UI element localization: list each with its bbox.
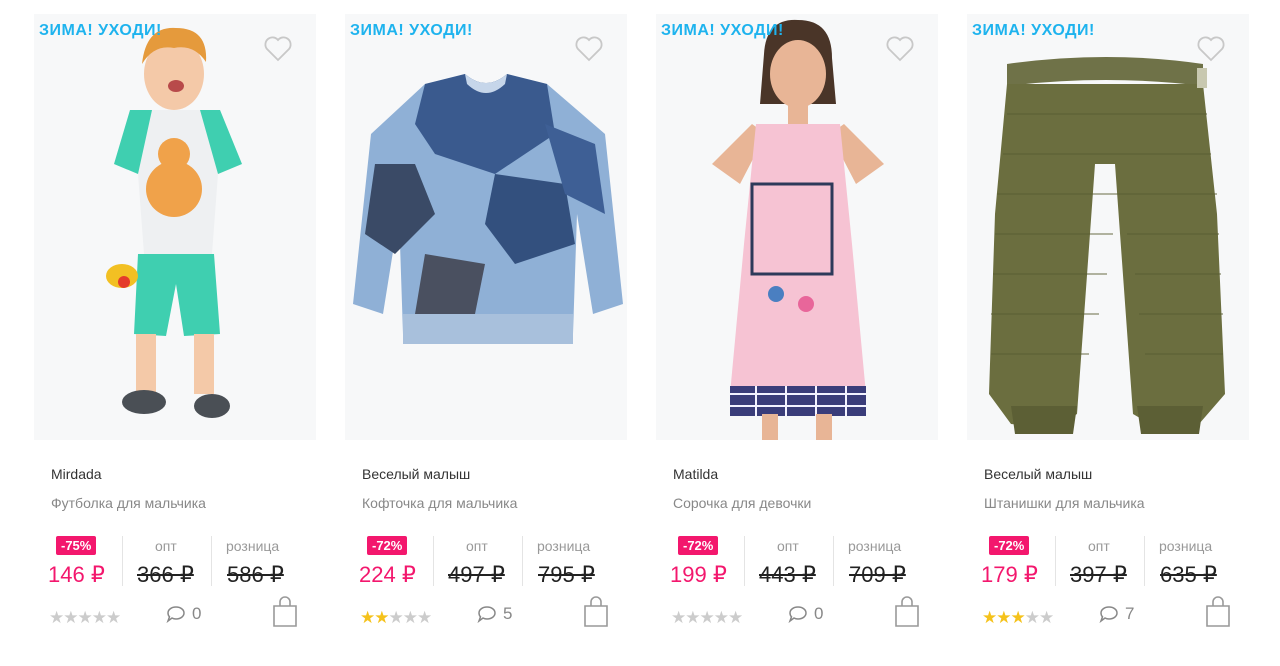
retail-label: розница: [1159, 538, 1213, 554]
retail-price: 586 ₽: [227, 562, 284, 587]
product-card[interactable]: ЗИМА! УХОДИ! Веселый малыш Штанишки для …: [967, 0, 1267, 666]
product-name[interactable]: Сорочка для девочки: [673, 495, 811, 511]
promo-badge: ЗИМА! УХОДИ!: [39, 22, 162, 39]
reviews-count: 7: [1125, 604, 1135, 623]
reviews-count: 5: [503, 604, 513, 623]
divider: [522, 536, 523, 586]
promo-badge: ЗИМА! УХОДИ!: [350, 22, 473, 39]
star-icon: ★: [996, 608, 1011, 627]
retail-label: розница: [226, 538, 280, 554]
product-card[interactable]: ЗИМА! УХОДИ! Веселый малыш Кофточка для …: [345, 0, 645, 666]
star-icon: ★: [402, 608, 418, 627]
star-icon: ★: [728, 608, 743, 627]
rating-stars: ★★★★★: [49, 608, 121, 628]
wholesale-price: 443 ₽: [759, 562, 816, 587]
speech-bubble-icon: [788, 606, 807, 623]
star-icon: ★: [671, 608, 686, 627]
promo-badge: ЗИМА! УХОДИ!: [661, 22, 784, 39]
star-icon: ★: [1010, 608, 1026, 627]
reviews-link[interactable]: 0: [166, 604, 201, 624]
divider: [833, 536, 834, 586]
shopping-bag-icon[interactable]: [893, 596, 921, 628]
wholesale-price: 497 ₽: [448, 562, 505, 587]
discount-badge: -72%: [367, 536, 408, 555]
product-brand[interactable]: Веселый малыш: [984, 466, 1092, 482]
product-card[interactable]: ЗИМА! УХОДИ! Matilda Сорочка для девочки…: [656, 0, 956, 666]
product-image[interactable]: [967, 14, 1249, 440]
product-grid: ЗИМА! УХОДИ! Mirdada Футболка для мальчи…: [0, 0, 1280, 666]
shopping-bag-icon[interactable]: [1204, 596, 1232, 628]
star-icon: ★: [374, 608, 389, 627]
reviews-count: 0: [192, 604, 202, 623]
wholesale-label: опт: [466, 538, 488, 554]
promo-badge: ЗИМА! УХОДИ!: [972, 22, 1095, 39]
retail-price: 795 ₽: [538, 562, 595, 587]
rating-stars: ★★★★★: [982, 608, 1054, 628]
wholesale-label: опт: [155, 538, 177, 554]
divider: [122, 536, 123, 586]
rating-stars: ★★★★★: [360, 608, 432, 628]
heart-outline-icon[interactable]: [886, 36, 914, 62]
star-icon: ★: [685, 608, 700, 627]
retail-label: розница: [537, 538, 591, 554]
heart-outline-icon[interactable]: [1197, 36, 1225, 62]
discount-badge: -72%: [678, 536, 719, 555]
wholesale-price: 397 ₽: [1070, 562, 1127, 587]
reviews-link[interactable]: 7: [1099, 604, 1134, 624]
star-icon: ★: [49, 608, 64, 627]
heart-outline-icon[interactable]: [264, 36, 292, 62]
retail-price: 709 ₽: [849, 562, 906, 587]
product-card[interactable]: ЗИМА! УХОДИ! Mirdada Футболка для мальчи…: [34, 0, 334, 666]
divider: [744, 536, 745, 586]
wholesale-label: опт: [1088, 538, 1110, 554]
product-image[interactable]: [345, 14, 627, 440]
divider: [433, 536, 434, 586]
divider: [1144, 536, 1145, 586]
star-icon: ★: [106, 608, 121, 627]
rating-stars: ★★★★★: [671, 608, 743, 628]
retail-label: розница: [848, 538, 902, 554]
product-name[interactable]: Футболка для мальчика: [51, 495, 206, 511]
star-icon: ★: [417, 608, 432, 627]
divider: [1055, 536, 1056, 586]
star-icon: ★: [360, 608, 375, 627]
product-brand[interactable]: Веселый малыш: [362, 466, 470, 482]
star-icon: ★: [77, 608, 93, 627]
retail-price: 635 ₽: [1160, 562, 1217, 587]
sale-price: 199 ₽: [670, 562, 727, 587]
product-image[interactable]: [656, 14, 938, 440]
product-name[interactable]: Кофточка для мальчика: [362, 495, 517, 511]
speech-bubble-icon: [477, 606, 496, 623]
wholesale-label: опт: [777, 538, 799, 554]
discount-badge: -72%: [989, 536, 1030, 555]
product-brand[interactable]: Matilda: [673, 466, 718, 482]
speech-bubble-icon: [1099, 606, 1118, 623]
star-icon: ★: [1039, 608, 1054, 627]
star-icon: ★: [699, 608, 715, 627]
star-icon: ★: [713, 608, 729, 627]
sale-price: 146 ₽: [48, 562, 105, 587]
star-icon: ★: [982, 608, 997, 627]
star-icon: ★: [1024, 608, 1040, 627]
speech-bubble-icon: [166, 606, 185, 623]
star-icon: ★: [388, 608, 404, 627]
star-icon: ★: [91, 608, 107, 627]
wholesale-price: 366 ₽: [137, 562, 194, 587]
shopping-bag-icon[interactable]: [271, 596, 299, 628]
product-name[interactable]: Штанишки для мальчика: [984, 495, 1145, 511]
product-brand[interactable]: Mirdada: [51, 466, 102, 482]
star-icon: ★: [63, 608, 78, 627]
heart-outline-icon[interactable]: [575, 36, 603, 62]
discount-badge: -75%: [56, 536, 97, 555]
sale-price: 179 ₽: [981, 562, 1038, 587]
reviews-count: 0: [814, 604, 824, 623]
divider: [211, 536, 212, 586]
shopping-bag-icon[interactable]: [582, 596, 610, 628]
reviews-link[interactable]: 0: [788, 604, 823, 624]
sale-price: 224 ₽: [359, 562, 416, 587]
reviews-link[interactable]: 5: [477, 604, 512, 624]
product-image[interactable]: [34, 14, 316, 440]
